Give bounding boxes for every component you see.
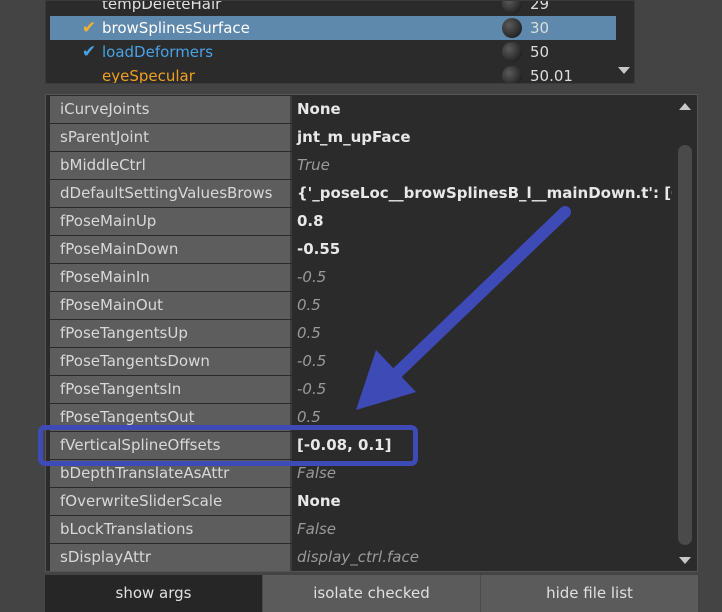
hide-file-list-button[interactable]: hide file list [480, 575, 698, 612]
annotation-arrow-icon [356, 206, 571, 410]
isolate-checked-button[interactable]: isolate checked [262, 575, 480, 612]
show-args-button[interactable]: show args [45, 575, 262, 612]
bottom-button-bar: show args isolate checked hide file list [45, 575, 698, 612]
